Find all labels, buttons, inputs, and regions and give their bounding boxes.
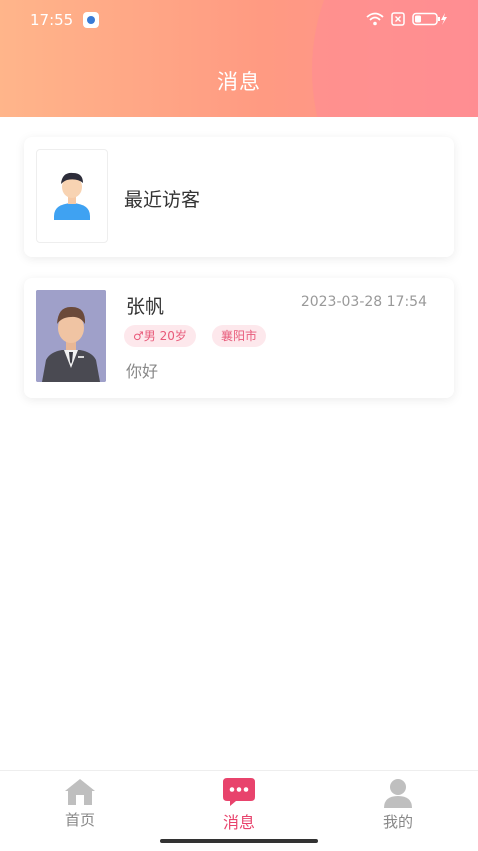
header: 17:55 消息 <box>0 0 478 117</box>
recent-visitors-card[interactable]: 最近访客 <box>24 137 454 257</box>
chat-last-message: 你好 <box>126 362 159 381</box>
nav-item-home[interactable]: 首页 <box>40 777 120 830</box>
page-title: 消息 <box>217 70 261 94</box>
status-icons <box>366 12 448 26</box>
status-time: 17:55 <box>30 11 74 29</box>
chat-list-item[interactable]: 张帆 2023-03-28 17:54 ♂男 20岁 襄阳市 你好 <box>24 278 454 398</box>
city-badge: 襄阳市 <box>212 325 267 347</box>
chat-bubble-icon <box>223 778 255 806</box>
visitor-avatar <box>36 149 108 243</box>
gender-age-badge: ♂男 20岁 <box>124 325 196 347</box>
nav-label-messages: 消息 <box>222 813 255 832</box>
recent-visitors-label: 最近访客 <box>124 189 201 211</box>
chat-avatar[interactable] <box>36 290 106 382</box>
person-icon <box>384 779 412 808</box>
battery-icon <box>412 12 447 26</box>
home-indicator[interactable] <box>160 839 318 843</box>
chat-contact-name: 张帆 <box>126 296 165 318</box>
chat-timestamp: 2023-03-28 17:54 <box>300 294 427 310</box>
wifi-icon <box>366 12 384 26</box>
nav-item-messages[interactable]: 消息 <box>199 777 279 833</box>
sim-icon <box>391 12 405 26</box>
home-icon <box>65 779 95 805</box>
nav-label-home: 首页 <box>64 811 95 829</box>
visitor-person-icon <box>54 172 90 220</box>
nav-label-mine: 我的 <box>382 813 413 831</box>
user-photo <box>36 290 106 382</box>
notification-app-icon <box>83 12 99 28</box>
nav-item-mine[interactable]: 我的 <box>358 777 438 832</box>
